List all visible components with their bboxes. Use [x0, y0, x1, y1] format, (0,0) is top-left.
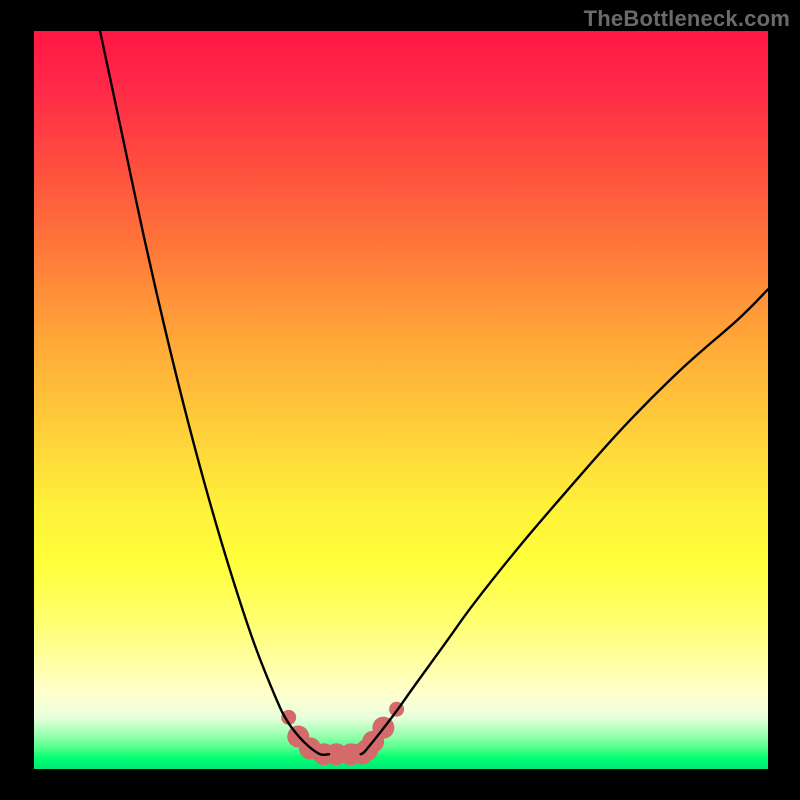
- watermark-text: TheBottleneck.com: [584, 6, 790, 32]
- chart-container: TheBottleneck.com: [0, 0, 800, 800]
- plot-area: [34, 31, 768, 769]
